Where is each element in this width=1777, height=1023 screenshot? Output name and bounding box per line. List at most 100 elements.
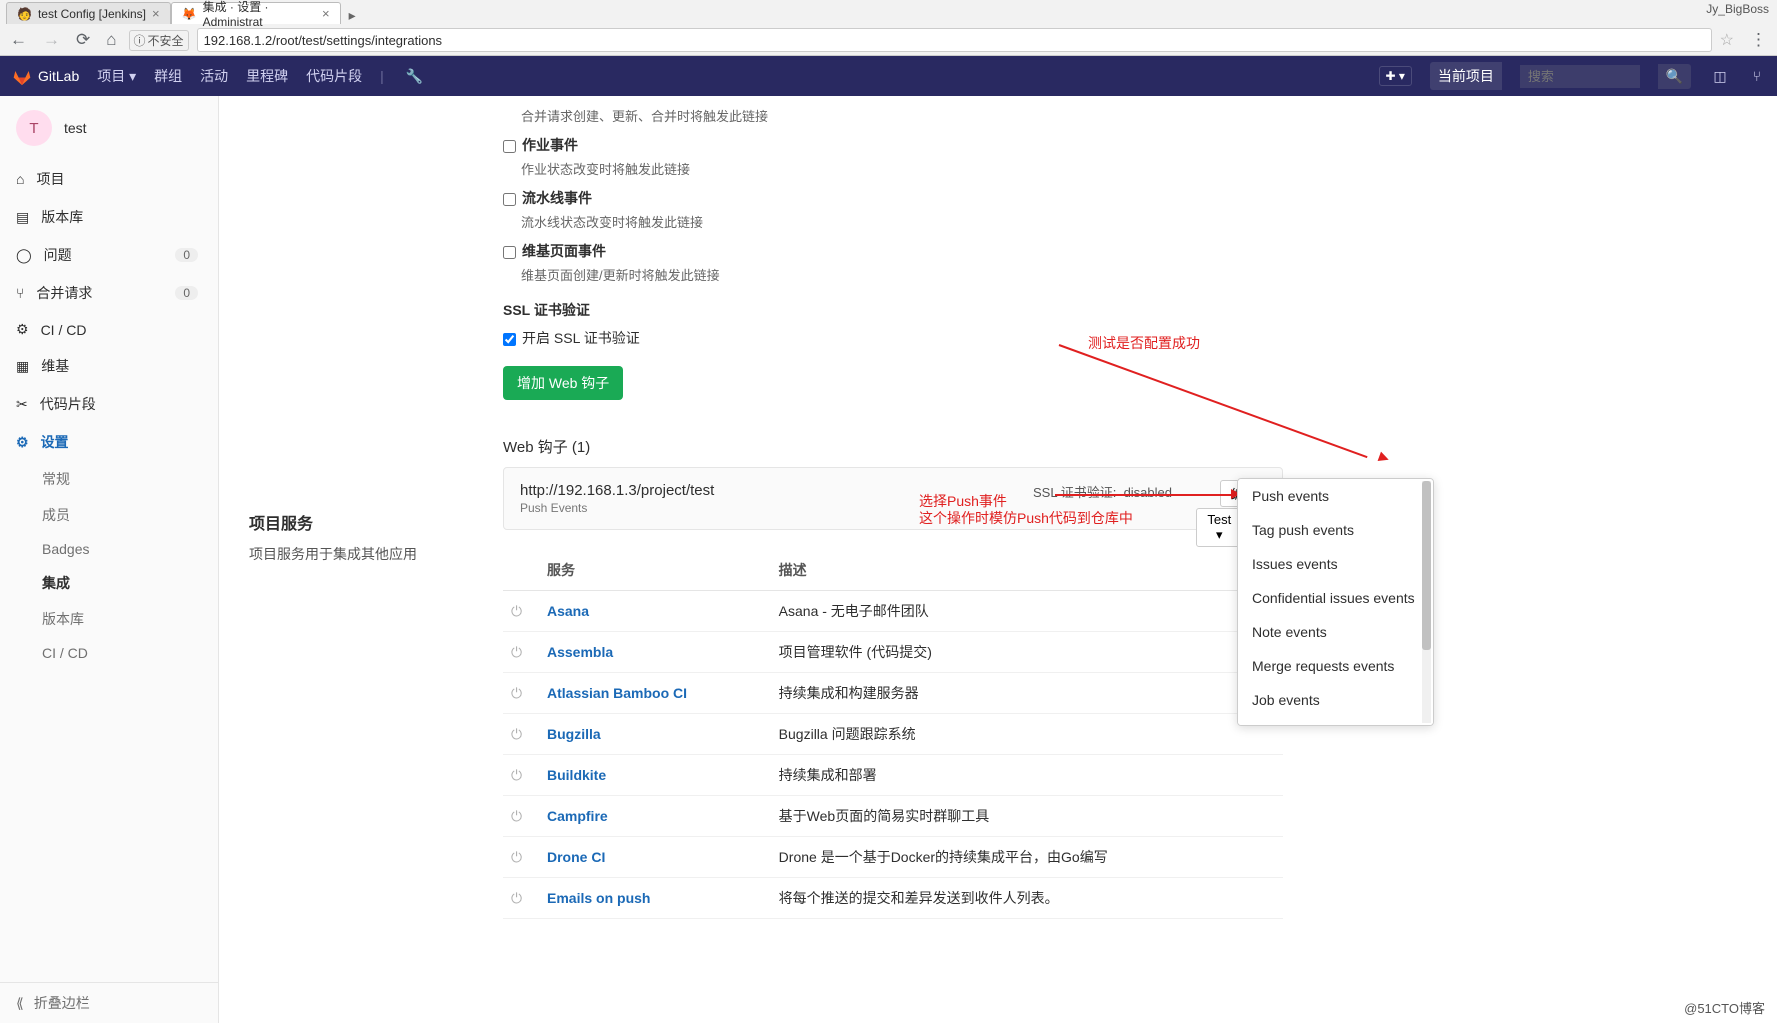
services-sub: 项目服务用于集成其他应用: [249, 544, 503, 564]
browser-tab-gitlab[interactable]: 🦊 集成 · 设置 · Administrat ×: [171, 2, 341, 24]
sidebar-item-ci[interactable]: ⚙CI / CD: [0, 312, 218, 347]
add-webhook-button[interactable]: 增加 Web 钩子: [503, 366, 623, 400]
project-name: test: [64, 120, 87, 136]
dropdown-item[interactable]: Confidential issues events: [1238, 581, 1433, 615]
sidebar-item-repo[interactable]: ▤版本库: [0, 198, 218, 236]
home-icon[interactable]: ⌂: [102, 30, 120, 50]
gitlab-logo[interactable]: GitLab: [12, 66, 79, 86]
service-desc: 将每个推送的提交和差异发送到收件人列表。: [771, 878, 1283, 919]
service-link[interactable]: Assembla: [547, 644, 613, 660]
service-link[interactable]: Asana: [547, 603, 589, 619]
webhook-item: http://192.168.1.3/project/test Push Eve…: [503, 467, 1283, 530]
ssl-enable-label: 开启 SSL 证书验证: [522, 330, 640, 346]
power-icon: ⏻: [503, 591, 539, 632]
table-row: ⏻Emails on push将每个推送的提交和差异发送到收件人列表。: [503, 878, 1283, 919]
test-events-dropdown: Push eventsTag push eventsIssues eventsC…: [1237, 478, 1434, 726]
service-link[interactable]: Bugzilla: [547, 726, 601, 742]
service-desc: Asana - 无电子邮件团队: [771, 591, 1283, 632]
merge-icon: ⑂: [16, 285, 24, 301]
search-input[interactable]: [1520, 65, 1640, 88]
project-header[interactable]: T test: [0, 96, 218, 160]
trigger-desc: 作业状态改变时将触发此链接: [521, 159, 1283, 178]
dropdown-item[interactable]: Push events: [1238, 479, 1433, 513]
nav-milestones[interactable]: 里程碑: [246, 66, 288, 86]
nav-projects[interactable]: 项目 ▾: [97, 66, 136, 86]
sidebar: T test ⌂项目▤版本库◯问题0⑂合并请求0⚙CI / CD▦维基✂代码片段…: [0, 96, 219, 1023]
test-dropdown-button[interactable]: Test ▾: [1196, 508, 1242, 547]
sidebar-item-snip[interactable]: ✂代码片段: [0, 385, 218, 423]
ssl-heading: SSL 证书验证: [503, 300, 1283, 320]
service-link[interactable]: Drone CI: [547, 849, 605, 865]
sidebar-item-wiki[interactable]: ▦维基: [0, 347, 218, 385]
trigger-title: 作业事件: [522, 137, 578, 153]
arrow-line: [1055, 494, 1235, 496]
service-desc: 持续集成和部署: [771, 755, 1283, 796]
collapse-icon: ⟪: [16, 995, 24, 1012]
sidebar-item-gear[interactable]: ⚙设置: [0, 423, 218, 461]
merge-requests-icon[interactable]: ⑂: [1749, 68, 1765, 84]
service-link[interactable]: Buildkite: [547, 767, 606, 783]
gitlab-icon: 🦊: [182, 7, 197, 21]
service-desc: 基于Web页面的简易实时群聊工具: [771, 796, 1283, 837]
sidebar-sub-item[interactable]: 集成: [0, 565, 218, 601]
close-icon[interactable]: ×: [152, 6, 160, 21]
dropdown-item[interactable]: Pipeline events: [1238, 717, 1433, 726]
table-row: ⏻Campfire基于Web页面的简易实时群聊工具: [503, 796, 1283, 837]
table-row: ⏻Atlassian Bamboo CI持续集成和构建服务器: [503, 673, 1283, 714]
sidebar-item-issues[interactable]: ◯问题0: [0, 236, 218, 274]
service-link[interactable]: Emails on push: [547, 890, 650, 906]
service-link[interactable]: Atlassian Bamboo CI: [547, 685, 687, 701]
trigger-checkbox[interactable]: [503, 246, 516, 259]
sidebar-sub-item[interactable]: Badges: [0, 533, 218, 565]
dropdown-item[interactable]: Note events: [1238, 615, 1433, 649]
new-dropdown[interactable]: ✚ ▾: [1379, 66, 1412, 86]
current-project-label[interactable]: 当前项目: [1430, 62, 1502, 90]
wrench-icon[interactable]: 🔧: [402, 68, 427, 85]
insecure-badge[interactable]: ⓘ 不安全: [129, 30, 189, 51]
sidebar-sub-item[interactable]: 成员: [0, 497, 218, 533]
issues-icon[interactable]: ◫: [1709, 68, 1730, 85]
trigger-checkbox[interactable]: [503, 140, 516, 153]
sidebar-item-home[interactable]: ⌂项目: [0, 160, 218, 198]
trigger-desc: 合并请求创建、更新、合并时将触发此链接: [521, 106, 1283, 125]
badge: 0: [175, 248, 198, 262]
forward-icon: →: [39, 30, 64, 50]
menu-icon[interactable]: ⋮: [1746, 30, 1771, 50]
tab-title: 集成 · 设置 · Administrat: [203, 0, 316, 29]
sidebar-sub-item[interactable]: 版本库: [0, 601, 218, 637]
user-badge: Jy_BigBoss: [1706, 2, 1769, 16]
reload-icon[interactable]: ⟳: [72, 30, 94, 50]
avatar: T: [16, 110, 52, 146]
url-input[interactable]: 192.168.1.2/root/test/settings/integrati…: [197, 28, 1712, 52]
nav-snippets[interactable]: 代码片段: [306, 66, 362, 86]
annotation-push2: 这个操作时模仿Push代码到仓库中: [919, 508, 1133, 528]
gear-icon: ⚙: [16, 434, 29, 451]
search-icon[interactable]: 🔍: [1658, 64, 1691, 89]
bookmark-icon[interactable]: ☆: [1720, 30, 1738, 50]
sidebar-item-merge[interactable]: ⑂合并请求0: [0, 274, 218, 312]
power-icon: ⏻: [503, 673, 539, 714]
dropdown-item[interactable]: Tag push events: [1238, 513, 1433, 547]
back-icon[interactable]: ←: [6, 30, 31, 50]
sidebar-sub-item[interactable]: 常规: [0, 461, 218, 497]
webhook-ssl-status: SSL 证书验证: disabled: [1033, 482, 1172, 501]
new-tab-button[interactable]: ▸: [341, 7, 364, 24]
main-content: 项目服务 项目服务用于集成其他应用 合并请求创建、更新、合并时将触发此链接作业事…: [219, 96, 1777, 1023]
table-row: ⏻ Asana Asana - 无电子邮件团队: [503, 591, 1283, 632]
webhook-events: Push Events: [520, 501, 1266, 515]
nav-activity[interactable]: 活动: [200, 66, 228, 86]
close-icon[interactable]: ×: [322, 6, 330, 21]
dropdown-item[interactable]: Job events: [1238, 683, 1433, 717]
service-link[interactable]: Campfire: [547, 808, 608, 824]
nav-groups[interactable]: 群组: [154, 66, 182, 86]
col-service: 服务: [539, 550, 771, 591]
home-icon: ⌂: [16, 171, 24, 187]
collapse-sidebar[interactable]: ⟪ 折叠边栏: [0, 982, 218, 1023]
dropdown-item[interactable]: Issues events: [1238, 547, 1433, 581]
ssl-checkbox[interactable]: [503, 333, 516, 346]
dropdown-item[interactable]: Merge requests events: [1238, 649, 1433, 683]
power-icon: ⏻: [503, 837, 539, 878]
sidebar-sub-item[interactable]: CI / CD: [0, 637, 218, 669]
trigger-checkbox[interactable]: [503, 193, 516, 206]
browser-tab-jenkins[interactable]: 🧑 test Config [Jenkins] ×: [6, 2, 171, 24]
